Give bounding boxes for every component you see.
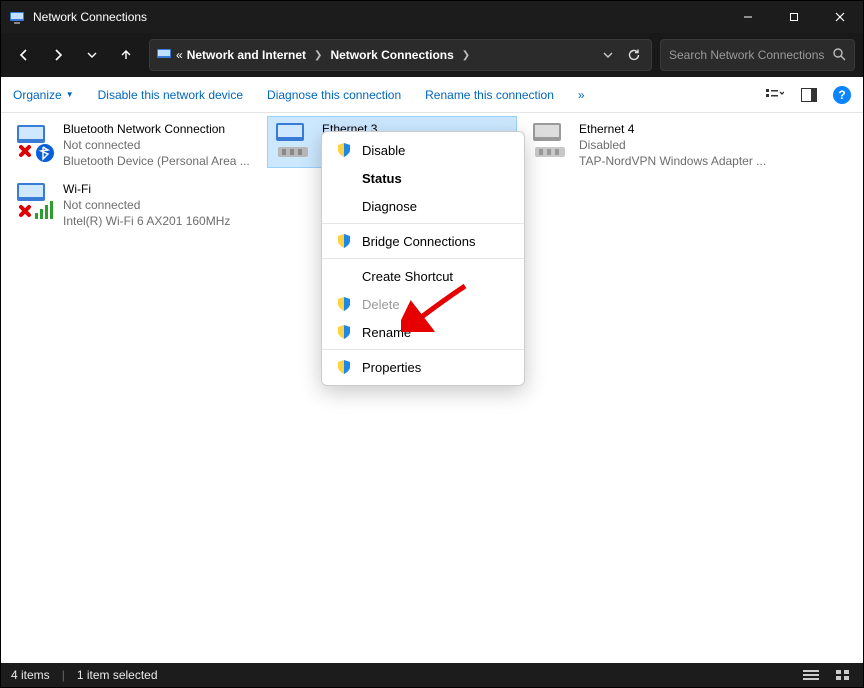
ctx-create-shortcut[interactable]: Create Shortcut [322,262,524,290]
diagnose-button[interactable]: Diagnose this connection [267,88,401,102]
item-name: Bluetooth Network Connection [63,121,250,137]
address-dropdown[interactable] [597,44,619,66]
ctx-label: Disable [362,143,405,158]
rename-button[interactable]: Rename this connection [425,88,554,102]
shield-icon [336,296,352,312]
maximize-button[interactable] [771,1,817,33]
context-menu: Disable Status Diagnose Bridge Connectio… [321,131,525,386]
bluetooth-icon [13,121,55,163]
chevron-right-icon: ❯ [458,50,474,61]
command-bar: Organize ▼ Disable this network device D… [1,77,863,113]
item-status: Disabled [579,137,766,153]
ctx-properties[interactable]: Properties [322,353,524,381]
refresh-button[interactable] [623,44,645,66]
ctx-label: Diagnose [362,199,417,214]
status-bar: 4 items | 1 item selected [1,663,863,687]
wifi-icon [13,181,55,223]
item-name: Ethernet 4 [579,121,766,137]
disable-device-button[interactable]: Disable this network device [98,88,243,102]
organize-label: Organize [13,88,62,102]
ctx-label: Delete [362,297,400,312]
ctx-label: Properties [362,360,421,375]
close-button[interactable] [817,1,863,33]
back-button[interactable] [9,40,39,70]
connection-item-bluetooth[interactable]: Bluetooth Network Connection Not connect… [9,117,259,174]
item-device: Intel(R) Wi-Fi 6 AX201 160MHz [63,213,230,229]
preview-pane-button[interactable] [799,85,819,105]
ctx-label: Status [362,171,402,186]
status-count: 4 items [11,668,50,682]
item-device: Bluetooth Device (Personal Area ... [63,153,250,169]
window-title: Network Connections [33,10,147,24]
ctx-bridge[interactable]: Bridge Connections [322,227,524,255]
shield-icon [336,324,352,340]
connection-item-ethernet4[interactable]: Ethernet 4 Disabled TAP-NordVPN Windows … [525,117,775,174]
breadcrumb-network-connections[interactable]: Network Connections [330,48,453,62]
ethernet-icon [272,121,314,163]
titlebar: Network Connections [1,1,863,33]
window: Network Connections « Net [0,0,864,688]
minimize-button[interactable] [725,1,771,33]
forward-button[interactable] [43,40,73,70]
chevron-right-icon: ❯ [310,50,326,61]
large-icons-view-button[interactable] [833,667,853,683]
connection-item-wifi[interactable]: Wi-Fi Not connected Intel(R) Wi-Fi 6 AX2… [9,177,259,234]
ethernet-disabled-icon [529,121,571,163]
item-name: Wi-Fi [63,181,230,197]
organize-menu[interactable]: Organize ▼ [13,88,74,102]
search-placeholder: Search Network Connections [669,48,826,62]
ctx-status[interactable]: Status [322,164,524,192]
item-device: TAP-NordVPN Windows Adapter ... [579,153,766,169]
search-icon [832,47,846,64]
details-view-button[interactable] [801,667,821,683]
view-options-button[interactable] [765,85,785,105]
ctx-label: Bridge Connections [362,234,475,249]
divider: | [62,668,65,682]
app-icon [9,9,25,25]
shield-icon [336,142,352,158]
ctx-label: Create Shortcut [362,269,453,284]
ctx-delete: Delete [322,290,524,318]
address-bar[interactable]: « Network and Internet ❯ Network Connect… [149,39,652,71]
overflow-button[interactable]: » [578,88,585,102]
chevron-down-icon: ▼ [66,90,74,99]
separator [322,349,524,350]
recent-dropdown[interactable] [77,40,107,70]
content-area[interactable]: Bluetooth Network Connection Not connect… [1,113,863,663]
search-input[interactable]: Search Network Connections [660,39,855,71]
separator [322,258,524,259]
address-icon [156,46,172,65]
item-status: Not connected [63,197,230,213]
navbar: « Network and Internet ❯ Network Connect… [1,33,863,77]
breadcrumb-network-and-internet[interactable]: Network and Internet [187,48,306,62]
item-status: Not connected [63,137,250,153]
separator [322,223,524,224]
ctx-label: Rename [362,325,411,340]
breadcrumb-prefix: « [176,48,183,62]
ctx-rename[interactable]: Rename [322,318,524,346]
ctx-disable[interactable]: Disable [322,136,524,164]
up-button[interactable] [111,40,141,70]
status-selected: 1 item selected [77,668,158,682]
shield-icon [336,233,352,249]
help-button[interactable]: ? [833,86,851,104]
shield-icon [336,359,352,375]
ctx-diagnose[interactable]: Diagnose [322,192,524,220]
